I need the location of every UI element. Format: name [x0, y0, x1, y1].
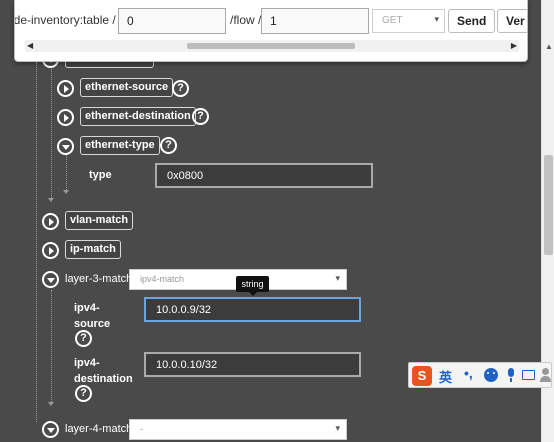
flow-id-input[interactable]: 1 — [261, 8, 369, 34]
tree-line — [51, 290, 52, 402]
scroll-right-icon[interactable]: ▶ — [511, 41, 517, 50]
tree-end-arrow — [63, 190, 69, 194]
tree-line — [36, 62, 37, 422]
scroll-up-icon[interactable]: ▲ — [545, 42, 553, 51]
ipv4-destination-input[interactable]: 10.0.0.10/32 — [144, 352, 361, 377]
scrollbar-thumb[interactable] — [187, 43, 355, 49]
ime-logo[interactable]: S — [412, 366, 432, 386]
keyboard-icon[interactable] — [522, 370, 535, 380]
ip-match-label[interactable]: ip-match — [65, 240, 121, 259]
vlan-match-label[interactable]: vlan-match — [65, 211, 134, 230]
help-icon[interactable]: ? — [172, 80, 189, 97]
type-tooltip: string — [236, 276, 269, 296]
tree-line — [51, 62, 52, 198]
ipv4-destination-label-line1: ipv4- — [74, 357, 100, 369]
send-button[interactable]: Send — [448, 9, 496, 33]
ethernet-type-toggle[interactable] — [57, 138, 74, 155]
layer-4-match-select[interactable]: - ▾ — [129, 419, 347, 440]
scroll-left-icon[interactable]: ◀ — [27, 41, 33, 50]
tree-line — [66, 154, 67, 190]
type-label: type — [89, 169, 112, 181]
scrollbar-thumb[interactable] — [544, 155, 553, 255]
http-method-select[interactable]: GET ▾ — [372, 9, 445, 33]
chevron-down-icon: ▾ — [434, 14, 439, 24]
microphone-icon[interactable] — [504, 368, 518, 382]
tree-end-arrow — [48, 198, 54, 202]
emoji-icon[interactable] — [484, 368, 498, 382]
user-icon[interactable] — [539, 368, 553, 382]
ip-match-toggle[interactable] — [42, 242, 59, 259]
flow-segment: /flow / — [230, 13, 262, 27]
request-url-bar: ode-inventory:table / 0 /flow / 1 GET ▾ … — [14, 0, 528, 62]
vlan-match-toggle[interactable] — [42, 213, 59, 230]
verify-button[interactable]: Ver — [497, 9, 527, 33]
layer-3-match-label: layer-3-match — [65, 273, 133, 285]
ipv4-destination-label: ipv4- destination — [74, 355, 133, 387]
horizontal-scrollbar[interactable]: ◀ ▶ — [25, 40, 519, 52]
help-icon[interactable]: ? — [75, 330, 92, 347]
layer-3-match-value: ipv4-match — [140, 274, 185, 284]
url-prefix: ode-inventory:table / — [14, 13, 116, 27]
tree-end-arrow — [48, 402, 54, 406]
ipv4-source-input[interactable]: 10.0.0.9/32 — [144, 297, 361, 322]
ethernet-source-toggle[interactable] — [57, 80, 74, 97]
table-id-input[interactable]: 0 — [118, 8, 226, 34]
ethernet-type-label[interactable]: ethernet-type — [80, 136, 160, 155]
help-icon[interactable]: ? — [160, 137, 177, 154]
ethernet-destination-toggle[interactable] — [57, 109, 74, 126]
ipv4-source-label: ipv4- source — [74, 300, 110, 332]
layer-4-match-value: - — [140, 424, 143, 434]
help-icon[interactable]: ? — [192, 108, 209, 125]
ethernet-destination-label[interactable]: ethernet-destination — [80, 107, 196, 126]
ethernet-type-input[interactable]: 0x0800 — [155, 163, 373, 188]
ime-punctuation-mode[interactable]: •, — [464, 365, 473, 381]
layer-4-match-toggle[interactable] — [42, 421, 59, 438]
chevron-down-icon: ▾ — [335, 423, 340, 433]
http-method-value: GET — [382, 15, 403, 26]
layer-3-match-toggle[interactable] — [42, 271, 59, 288]
chevron-down-icon: ▾ — [335, 273, 340, 283]
url-row: ode-inventory:table / 0 /flow / 1 GET ▾ … — [14, 8, 527, 34]
help-icon[interactable]: ? — [75, 385, 92, 402]
ethernet-source-label[interactable]: ethernet-source — [80, 78, 174, 97]
ipv4-source-label-line1: ipv4- — [74, 302, 100, 314]
ime-language-mode[interactable]: 英 — [439, 367, 452, 386]
layer-4-match-label: layer-4-match — [65, 423, 133, 435]
ime-toolbar: S 英 •, — [408, 362, 552, 388]
